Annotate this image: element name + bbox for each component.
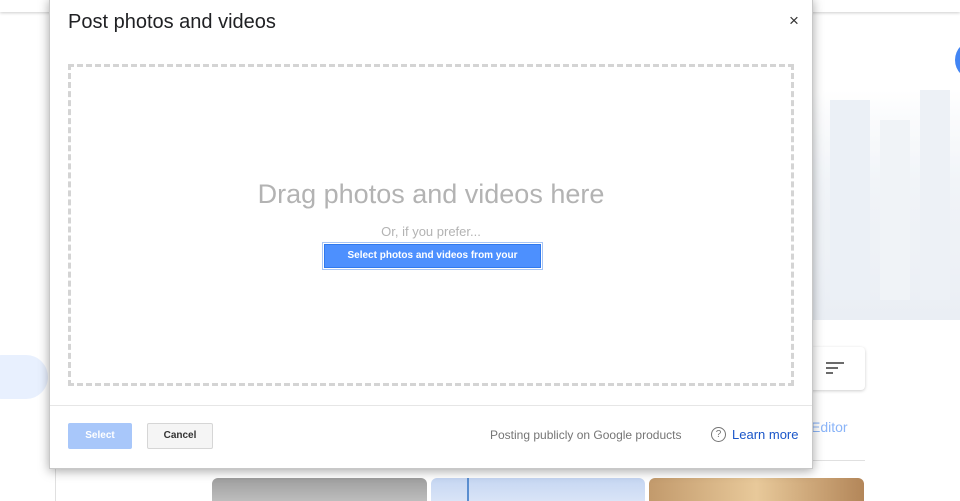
drop-zone-subtext: Or, if you prefer...	[381, 224, 481, 239]
select-button[interactable]: Select	[68, 423, 132, 449]
help-icon[interactable]: ?	[711, 427, 726, 442]
sort-icon[interactable]	[826, 362, 844, 376]
background-nav-pill[interactable]	[0, 355, 48, 399]
background-fab-button[interactable]	[955, 40, 960, 80]
background-divider	[811, 460, 865, 461]
photo-thumbnail[interactable]	[212, 478, 427, 501]
posting-publicly-notice: Posting publicly on Google products	[490, 428, 682, 442]
dialog-title: Post photos and videos	[68, 11, 276, 33]
post-photos-dialog: Post photos and videos × Drag photos and…	[49, 0, 813, 469]
learn-more-link[interactable]: Learn more	[732, 427, 798, 442]
background-editor-link[interactable]: Editor	[811, 419, 848, 435]
drop-zone[interactable]: Drag photos and videos here Or, if you p…	[68, 64, 794, 386]
cancel-button[interactable]: Cancel	[147, 423, 213, 449]
background-photo-thumbnails	[212, 478, 865, 501]
close-icon[interactable]: ×	[786, 11, 802, 31]
footer-divider	[50, 405, 812, 406]
photo-thumbnail[interactable]	[430, 478, 646, 501]
select-from-computer-button[interactable]: Select photos and videos from your compu…	[322, 242, 543, 283]
photo-thumbnail[interactable]	[649, 478, 865, 501]
background-left-border	[55, 467, 56, 501]
background-city-illustration	[810, 90, 960, 320]
drop-zone-heading: Drag photos and videos here	[257, 179, 605, 209]
